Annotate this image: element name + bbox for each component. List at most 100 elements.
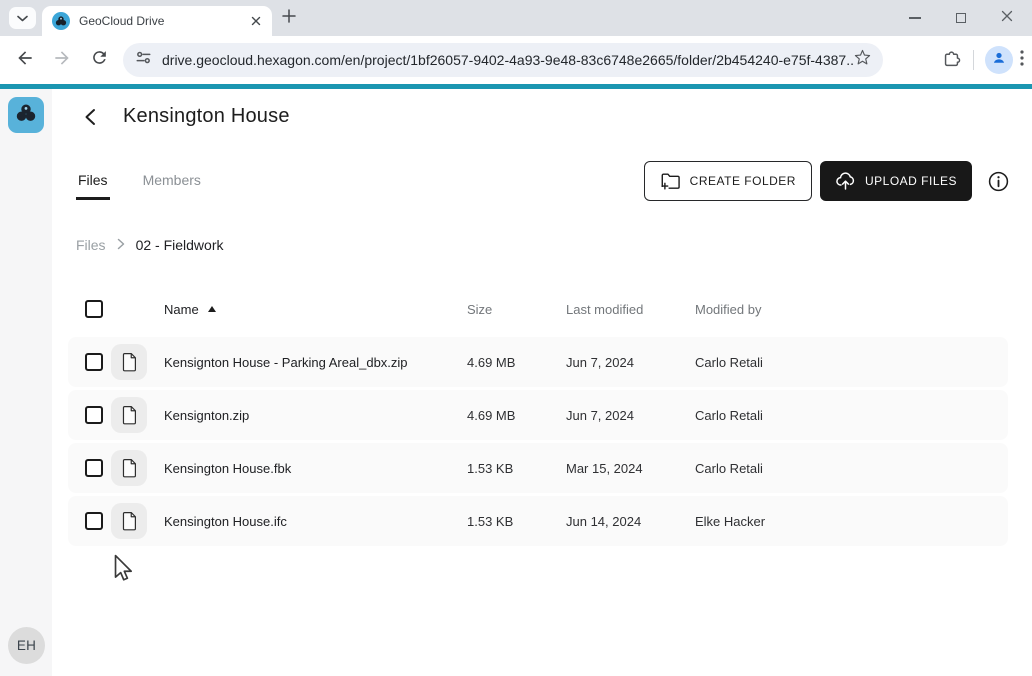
tab-title: GeoCloud Drive <box>79 14 247 28</box>
close-icon <box>1001 9 1013 27</box>
file-type-chip <box>111 450 147 486</box>
file-name: Kensington House.ifc <box>164 514 467 529</box>
url-text[interactable]: drive.geocloud.hexagon.com/en/project/1b… <box>162 52 854 68</box>
chevron-right-icon <box>117 237 125 253</box>
main-content: Kensington House Files Members CREATE FO… <box>52 89 1032 676</box>
table-row[interactable]: Kensignton House - Parking Areal_dbx.zip… <box>68 337 1008 387</box>
sort-ascending-icon <box>208 306 216 312</box>
tab-search-button[interactable] <box>9 7 36 29</box>
file-last-modified: Jun 7, 2024 <box>566 355 695 370</box>
file-type-chip <box>111 503 147 539</box>
file-name: Kensignton House - Parking Areal_dbx.zip <box>164 355 467 370</box>
file-modified-by: Carlo Retali <box>695 355 1008 370</box>
geocloud-logo-icon <box>14 101 38 130</box>
window-controls <box>892 0 1030 36</box>
column-header-size[interactable]: Size <box>467 302 566 317</box>
tab-close-icon[interactable] <box>247 13 264 30</box>
file-modified-by: Carlo Retali <box>695 461 1008 476</box>
back-nav-button[interactable] <box>11 46 39 74</box>
file-name: Kensington House.fbk <box>164 461 467 476</box>
file-icon <box>121 511 137 531</box>
file-modified-by: Elke Hacker <box>695 514 1008 529</box>
mouse-cursor <box>114 554 133 588</box>
column-header-last-modified[interactable]: Last modified <box>566 302 695 317</box>
person-icon <box>990 49 1008 72</box>
browser-tab[interactable]: GeoCloud Drive <box>42 6 272 36</box>
info-icon <box>987 170 1010 193</box>
breadcrumb: Files 02 - Fieldwork <box>76 237 223 253</box>
reload-icon <box>90 48 109 72</box>
page-tabs: Files Members <box>76 171 203 200</box>
column-header-name[interactable]: Name <box>164 302 467 317</box>
upload-files-label: UPLOAD FILES <box>865 174 957 188</box>
file-size: 1.53 KB <box>467 514 566 529</box>
upload-files-button[interactable]: UPLOAD FILES <box>820 161 972 201</box>
forward-nav-button[interactable] <box>48 46 76 74</box>
chevron-down-icon <box>17 9 28 27</box>
file-icon <box>121 352 137 372</box>
tab-files[interactable]: Files <box>76 171 110 200</box>
app-body: EH Kensington House Files Members CREATE… <box>0 89 1032 676</box>
breadcrumb-files-link[interactable]: Files <box>76 237 106 253</box>
create-folder-button[interactable]: CREATE FOLDER <box>644 161 812 201</box>
extensions-button[interactable] <box>941 48 962 73</box>
file-icon <box>121 405 137 425</box>
window-maximize-button[interactable] <box>938 0 984 36</box>
file-table: Name Size Last modified Modified by Kens… <box>68 285 1008 546</box>
bookmark-star-icon[interactable] <box>854 49 871 71</box>
file-last-modified: Jun 14, 2024 <box>566 514 695 529</box>
tab-members[interactable]: Members <box>141 171 203 200</box>
table-header-row: Name Size Last modified Modified by <box>68 285 1008 333</box>
browser-menu-button[interactable] <box>1020 50 1024 71</box>
toolbar-right-cluster <box>941 46 1024 74</box>
page-header: Kensington House <box>80 105 290 128</box>
toolbar-separator <box>973 50 974 70</box>
maximize-icon <box>956 13 966 23</box>
browser-toolbar: drive.geocloud.hexagon.com/en/project/1b… <box>0 36 1032 84</box>
row-checkbox[interactable] <box>85 353 103 371</box>
file-size: 1.53 KB <box>467 461 566 476</box>
folder-plus-icon <box>660 172 681 190</box>
browser-tab-strip: GeoCloud Drive <box>0 0 1032 36</box>
file-last-modified: Mar 15, 2024 <box>566 461 695 476</box>
page-title: Kensington House <box>123 105 290 128</box>
new-tab-button[interactable] <box>278 8 299 29</box>
select-all-checkbox[interactable] <box>85 300 103 318</box>
row-checkbox[interactable] <box>85 459 103 477</box>
window-minimize-button[interactable] <box>892 0 938 36</box>
back-button[interactable] <box>80 107 100 127</box>
row-checkbox[interactable] <box>85 406 103 424</box>
geocloud-favicon <box>52 12 70 30</box>
file-type-chip <box>111 344 147 380</box>
file-icon <box>121 458 137 478</box>
column-header-modified-by[interactable]: Modified by <box>695 302 1008 317</box>
site-settings-icon[interactable] <box>135 49 152 71</box>
puzzle-icon <box>941 48 962 73</box>
plus-icon <box>282 9 296 28</box>
user-avatar[interactable]: EH <box>8 627 45 664</box>
file-size: 4.69 MB <box>467 408 566 423</box>
row-checkbox[interactable] <box>85 512 103 530</box>
file-size: 4.69 MB <box>467 355 566 370</box>
create-folder-label: CREATE FOLDER <box>690 174 796 188</box>
file-name: Kensignton.zip <box>164 408 467 423</box>
name-column-label: Name <box>164 302 199 317</box>
table-row[interactable]: Kensington House.fbk 1.53 KB Mar 15, 202… <box>68 443 1008 493</box>
breadcrumb-current-folder: 02 - Fieldwork <box>136 237 224 253</box>
geocloud-app-logo[interactable] <box>8 97 44 133</box>
kebab-menu-icon <box>1020 50 1024 71</box>
table-row[interactable]: Kensignton.zip 4.69 MB Jun 7, 2024 Carlo… <box>68 390 1008 440</box>
table-row[interactable]: Kensington House.ifc 1.53 KB Jun 14, 202… <box>68 496 1008 546</box>
info-button[interactable] <box>985 168 1011 194</box>
file-type-chip <box>111 397 147 433</box>
profile-avatar-button[interactable] <box>985 46 1013 74</box>
arrow-left-icon <box>15 48 35 73</box>
cloud-upload-icon <box>835 171 856 191</box>
left-sidebar: EH <box>0 89 52 676</box>
minimize-icon <box>909 17 921 19</box>
window-close-button[interactable] <box>984 0 1030 36</box>
reload-button[interactable] <box>85 46 113 74</box>
address-bar[interactable]: drive.geocloud.hexagon.com/en/project/1b… <box>123 43 883 77</box>
action-buttons: CREATE FOLDER UPLOAD FILES <box>644 161 1011 201</box>
file-last-modified: Jun 7, 2024 <box>566 408 695 423</box>
